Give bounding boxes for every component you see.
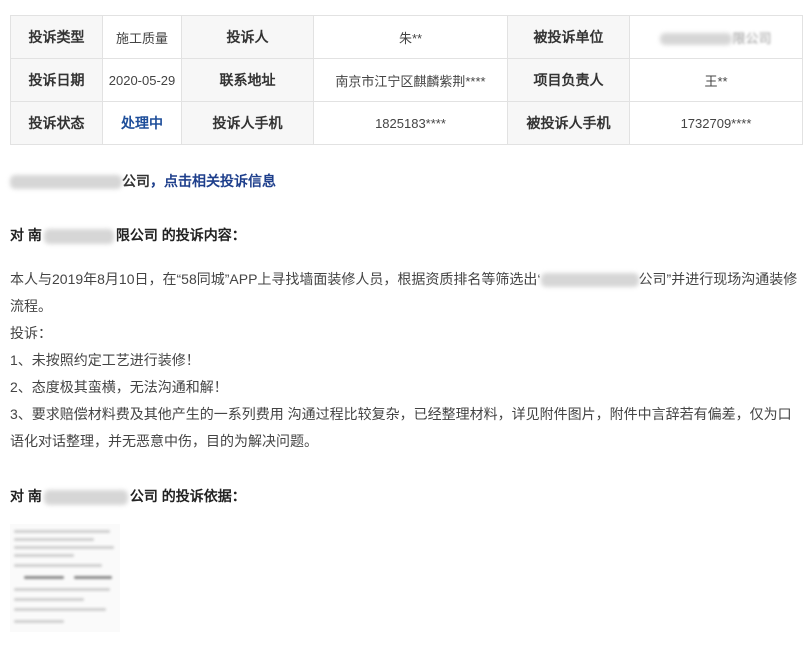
type-label: 投诉类型 bbox=[10, 15, 103, 59]
content-paragraph: 本人与2019年8月10日，在“58同城”APP上寻找墙面装修人员，根据资质排名… bbox=[10, 271, 798, 314]
complainant-label: 投诉人 bbox=[181, 15, 314, 59]
complaint-basis-title: 对 南公司 的投诉依据： bbox=[10, 488, 246, 505]
related-company-suffix: 公司 bbox=[122, 173, 150, 189]
complainant-value: 朱** bbox=[313, 15, 508, 59]
redacted-blur bbox=[540, 273, 639, 288]
date-label: 投诉日期 bbox=[10, 58, 103, 102]
table-row: 投诉日期 2020-05-29 联系地址 南京市江宁区麒麟紫荆**** 项目负责… bbox=[10, 58, 803, 102]
content-paragraph: 2、态度极其蛮横，无法沟通和解！ bbox=[10, 379, 228, 395]
phone-value: 1825183**** bbox=[313, 101, 508, 145]
redacted-blur bbox=[43, 489, 128, 505]
content-paragraph: 1、未按照约定工艺进行装修！ bbox=[10, 352, 200, 368]
complaint-content-title: 对 南限公司 的投诉内容： bbox=[10, 227, 246, 244]
type-value: 施工质量 bbox=[102, 15, 182, 59]
manager-value: 王** bbox=[629, 58, 803, 102]
target-phone-label: 被投诉人手机 bbox=[507, 101, 630, 145]
redacted-blur bbox=[43, 228, 114, 244]
status-text: 处理中 bbox=[121, 115, 163, 131]
related-complaints-line: 公司，点击相关投诉信息 bbox=[10, 171, 276, 191]
attachment-image-thumbnail[interactable] bbox=[10, 524, 120, 632]
redacted-blur bbox=[10, 175, 122, 190]
target-unit-label: 被投诉单位 bbox=[507, 15, 630, 59]
date-value: 2020-05-29 bbox=[102, 58, 182, 102]
status-label: 投诉状态 bbox=[10, 101, 103, 145]
address-label: 联系地址 bbox=[181, 58, 314, 102]
manager-label: 项目负责人 bbox=[507, 58, 630, 102]
redacted-blur bbox=[660, 33, 733, 46]
complaint-info-table: 投诉类型 施工质量 投诉人 朱** 被投诉单位 限公司 投诉日期 2020-05… bbox=[10, 15, 803, 145]
content-paragraph: 投诉： bbox=[10, 325, 52, 341]
target-phone-value: 1732709**** bbox=[629, 101, 803, 145]
table-row: 投诉类型 施工质量 投诉人 朱** 被投诉单位 限公司 bbox=[10, 15, 803, 59]
complaint-content-body: 本人与2019年8月10日，在“58同城”APP上寻找墙面装修人员，根据资质排名… bbox=[10, 266, 800, 455]
content-paragraph: 3、要求赔偿材料费及其他产生的一系列费用 沟通过程比较复杂，已经整理材料，详见附… bbox=[10, 406, 792, 449]
address-value: 南京市江宁区麒麟紫荆**** bbox=[313, 58, 508, 102]
table-row: 投诉状态 处理中 投诉人手机 1825183**** 被投诉人手机 173270… bbox=[10, 101, 803, 145]
status-value: 处理中 bbox=[102, 101, 182, 145]
phone-label: 投诉人手机 bbox=[181, 101, 314, 145]
related-complaints-link[interactable]: ，点击相关投诉信息 bbox=[150, 173, 276, 189]
target-unit-value: 限公司 bbox=[629, 15, 803, 59]
